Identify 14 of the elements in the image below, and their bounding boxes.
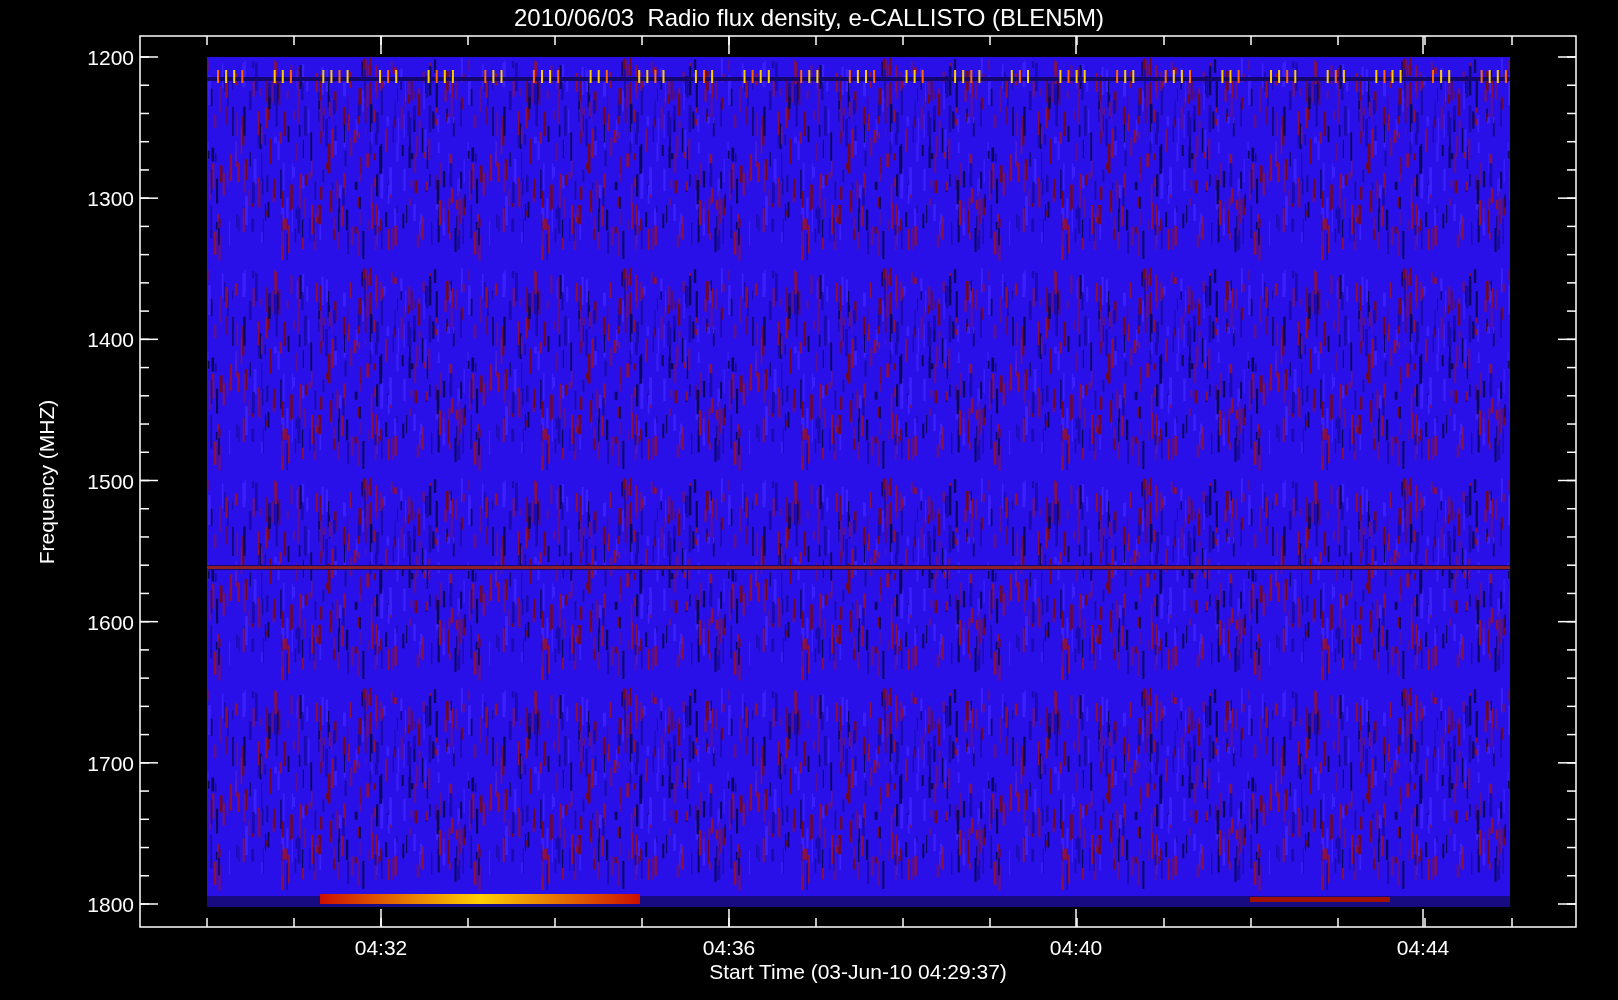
y-tick-label: 1500 [87, 469, 134, 493]
y-tick-label: 1700 [87, 751, 134, 775]
y-tick-label: 1200 [87, 46, 134, 69]
plot-title: 2010/06/03 Radio flux density, e-CALLISTO (BLEN5M) [513, 4, 1105, 31]
x-axis-label: Start Time (03-Jun-10 04:29:37) [709, 960, 1007, 983]
y-tick-label: 1800 [87, 893, 134, 916]
x-tick-label: 04:32 [354, 936, 408, 959]
x-tick-label: 04:40 [1049, 936, 1103, 959]
y-tick-label: 1400 [87, 328, 134, 352]
y-axis-label: Frequency (MHZ) [35, 399, 58, 565]
x-tick-label: 04:44 [1396, 936, 1450, 959]
x-tick-label: 04:36 [702, 936, 756, 959]
y-tick-label: 1300 [87, 187, 134, 211]
y-tick-label: 1600 [87, 610, 134, 634]
